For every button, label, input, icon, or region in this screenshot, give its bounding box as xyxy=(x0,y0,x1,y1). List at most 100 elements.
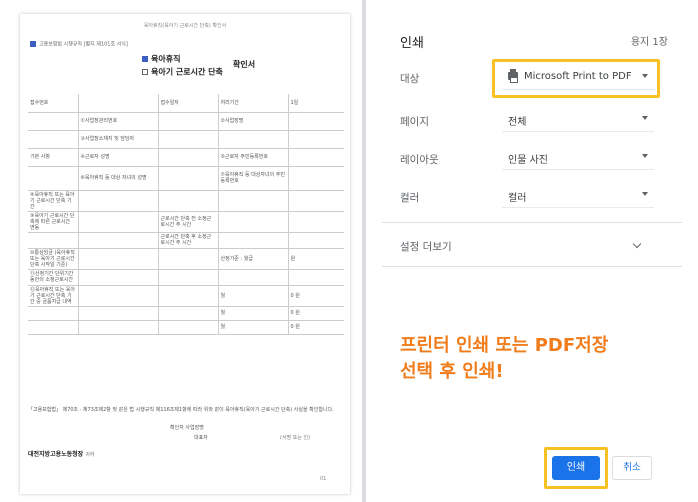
table-cell xyxy=(158,248,219,270)
table-cell: ②사업장명 xyxy=(218,112,289,131)
table-cell xyxy=(158,148,219,167)
table-cell: ⑩통상임금 (육아휴직 또는 육아기 근로시간 단축 시작일 기준) xyxy=(28,248,79,270)
table-cell: ⑦육아휴직 등 대상자녀의 주민등록번호 xyxy=(218,166,289,191)
document-sign-note: (서명 또는 인) xyxy=(280,435,311,441)
destination-select[interactable]: Microsoft Print to PDF xyxy=(502,64,654,90)
table-row: 접수번호 접수일자 처리기간 1일 xyxy=(28,94,344,113)
table-cell: 근로시간 단축 후 소정근로시간 주 시간 xyxy=(158,232,219,249)
document-representative-label: 대표자 xyxy=(194,435,208,441)
layout-select[interactable]: 인물 사진 xyxy=(502,144,654,170)
table-cell xyxy=(288,148,344,167)
table-row: ⑨육아기 근로시간 단축에 따른 근로시간 변동 근로시간 단축 전 소정근로시간… xyxy=(28,211,344,233)
table-cell xyxy=(28,306,79,321)
pages-select[interactable]: 전체 xyxy=(502,106,654,132)
table-cell: 원 xyxy=(288,248,344,270)
preview-scrollbar[interactable] xyxy=(362,0,366,502)
table-row: ⑥육아휴직 등 대상 자녀의 성명 ⑦육아휴직 등 대상자녀의 주민등록번호 xyxy=(28,166,344,191)
table-cell xyxy=(218,130,289,149)
color-select[interactable]: 컬러 xyxy=(502,182,654,208)
table-cell xyxy=(158,130,219,149)
divider xyxy=(382,222,682,223)
table-cell xyxy=(78,211,159,233)
divider xyxy=(382,266,682,267)
table-cell xyxy=(158,285,219,307)
document-page-number: 01 xyxy=(320,476,327,482)
table-cell: 0 원 xyxy=(288,320,344,335)
table-cell xyxy=(28,232,79,249)
document-title-option-2: 육아기 근로시간 단축 xyxy=(142,68,223,76)
table-row: ⑫육아휴직 또는 육아기 근로시간 단축 기간 중 금품지급 내역 월 0 원 xyxy=(28,285,344,307)
table-cell xyxy=(28,112,79,131)
table-cell: ⑨육아기 근로시간 단축에 따른 근로시간 변동 xyxy=(28,211,79,233)
sheet-count: 용지 1장 xyxy=(630,37,668,48)
table-cell: 월 xyxy=(218,285,289,307)
print-preview: 육아휴직(육아기 근로시간 단축) 확인서 고용보험법 시행규칙 [별지 제10… xyxy=(0,0,362,502)
table-cell: ④근로자 성명 xyxy=(78,148,159,167)
chevron-down-icon xyxy=(642,116,648,120)
table-cell xyxy=(158,320,219,335)
table-cell xyxy=(158,166,219,191)
table-cell xyxy=(158,190,219,212)
table-cell: ③사업장소재지 및 담당자 xyxy=(78,130,159,149)
table-row: 월0 원 xyxy=(28,306,344,321)
document-agency: 대전지방고용노동청장 귀하 xyxy=(28,451,95,459)
expand-more-icon[interactable] xyxy=(632,239,642,249)
table-row: ⑩통상임금 (육아휴직 또는 육아기 근로시간 단축 시작일 기준) 산정기준 :… xyxy=(28,248,344,270)
table-cell xyxy=(218,269,289,286)
table-row: ⑧육아휴직 또는 육아기 근로시간 단축 기간 xyxy=(28,190,344,212)
print-dialog: 육아휴직(육아기 근로시간 단축) 확인서 고용보험법 시행규칙 [별지 제10… xyxy=(0,0,698,502)
color-label: 컬러 xyxy=(400,192,420,204)
table-cell: ⑫육아휴직 또는 육아기 근로시간 단축 기간 중 금품지급 내역 xyxy=(28,285,79,307)
color-value: 컬러 xyxy=(508,193,527,204)
chevron-down-icon xyxy=(642,192,648,196)
more-settings-toggle[interactable]: 설정 더보기 xyxy=(400,239,452,254)
table-cell: ⑥육아휴직 등 대상 자녀의 성명 xyxy=(78,166,159,191)
annotation-line-2: 선택 후 인쇄! xyxy=(400,361,504,382)
document-top-line: 육아휴직(육아기 근로시간 단축) 확인서 xyxy=(143,23,227,29)
table-cell: 0 원 xyxy=(288,285,344,307)
annotation-line-1: 프린터 인쇄 또는 PDF저장 xyxy=(400,335,609,356)
table-row: ③사업장소재지 및 담당자 xyxy=(28,130,344,149)
table-cell xyxy=(218,232,289,249)
table-cell xyxy=(288,269,344,286)
table-cell xyxy=(78,232,159,249)
table-cell xyxy=(28,130,79,149)
table-row: ①사업장관리번호 ②사업장명 xyxy=(28,112,344,131)
unchecked-box-icon xyxy=(142,69,148,75)
table-cell: 처리기간 xyxy=(218,94,289,113)
table-cell xyxy=(288,166,344,191)
layout-label: 레이아웃 xyxy=(400,154,439,166)
document-confirm-label: 확인자 사업장명 xyxy=(170,425,204,431)
table-cell: 접수일자 xyxy=(158,94,219,113)
chevron-down-icon xyxy=(642,74,648,78)
table-cell xyxy=(78,190,159,212)
table-cell xyxy=(78,269,159,286)
printer-icon xyxy=(508,69,518,83)
pages-value: 전체 xyxy=(508,117,527,128)
table-cell: ①사업장관리번호 xyxy=(78,112,159,131)
destination-label: 대상 xyxy=(400,73,420,85)
table-cell: 접수번호 xyxy=(28,94,79,113)
table-cell xyxy=(288,112,344,131)
table-cell xyxy=(218,211,289,233)
table-cell: 산정기준 : 월급 xyxy=(218,248,289,270)
table-cell xyxy=(78,94,159,113)
table-row: 월0 원 xyxy=(28,320,344,335)
table-cell: ⑪산정기간 단위기간 동안의 소정근로시간 xyxy=(28,269,79,286)
table-cell: 0 원 xyxy=(288,306,344,321)
table-cell xyxy=(28,320,79,335)
table-cell xyxy=(28,166,79,191)
cancel-button[interactable]: 취소 xyxy=(612,456,652,480)
preview-page: 육아휴직(육아기 근로시간 단축) 확인서 고용보험법 시행규칙 [별지 제10… xyxy=(20,14,350,494)
layout-value: 인물 사진 xyxy=(508,155,548,166)
table-cell xyxy=(288,211,344,233)
table-cell: 월 xyxy=(218,320,289,335)
pages-label: 페이지 xyxy=(400,116,429,128)
table-cell: ⑧육아휴직 또는 육아기 근로시간 단축 기간 xyxy=(28,190,79,212)
table-cell xyxy=(218,190,289,212)
table-cell xyxy=(78,320,159,335)
table-cell xyxy=(78,248,159,270)
print-button[interactable]: 인쇄 xyxy=(552,456,600,480)
table-row: 기본 사항 ④근로자 성명 ⑤근로자 주민등록번호 xyxy=(28,148,344,167)
table-cell xyxy=(78,285,159,307)
